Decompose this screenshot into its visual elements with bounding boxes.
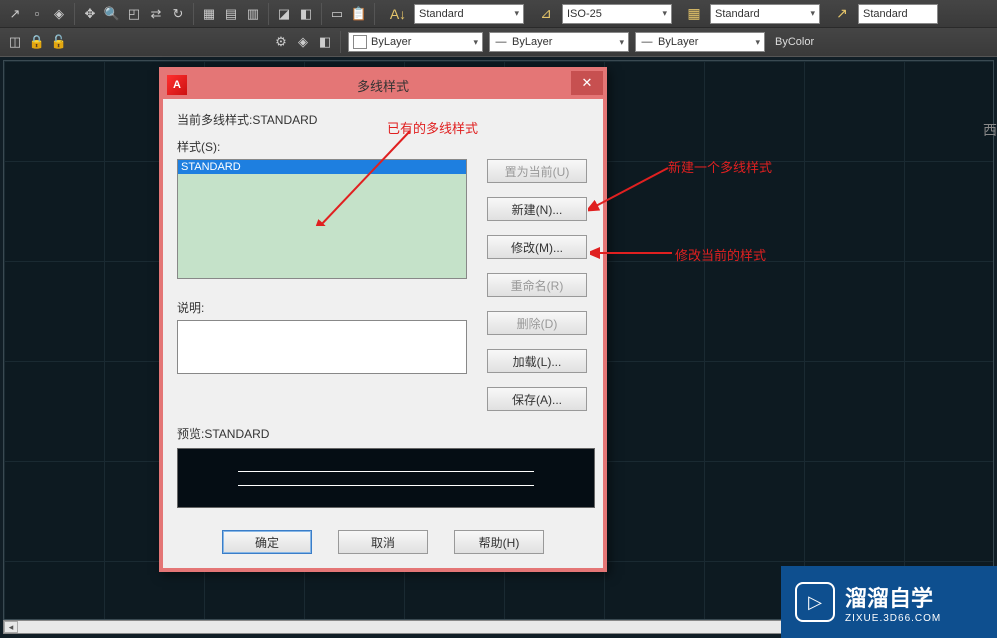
description-box[interactable] bbox=[177, 320, 467, 374]
textstyle-icon[interactable]: A↓ bbox=[385, 4, 411, 24]
chevron-down-icon: ▾ bbox=[755, 37, 760, 48]
toolbar-area: ↗ ▫ ◈ ✥ 🔍 ◰ ⇄ ↻ ▦ ▤ ▥ ◪ ◧ ▭ 📋 A↓ Standar… bbox=[0, 0, 997, 57]
layeriso-icon[interactable]: ◈ bbox=[294, 33, 312, 51]
paste-icon[interactable]: 📋 bbox=[350, 5, 368, 23]
preview-line-2 bbox=[238, 485, 534, 486]
close-button[interactable]: ✕ bbox=[571, 71, 603, 95]
current-style-label: 当前多线样式:STANDARD bbox=[177, 111, 589, 128]
plotstyle-value: ByColor bbox=[775, 36, 867, 48]
lock-icon[interactable]: 🔒 bbox=[28, 33, 46, 51]
tablestyle-value: Standard bbox=[715, 8, 804, 20]
linetype-icon: — bbox=[494, 35, 508, 49]
new-button[interactable]: 新建(N)... bbox=[487, 197, 587, 221]
lineweight-icon: — bbox=[640, 35, 654, 49]
linetype-value: ByLayer bbox=[512, 36, 613, 48]
pan-icon[interactable]: ⇄ bbox=[147, 5, 165, 23]
toolbar-row-2: ◫ 🔒 🔓 ⚙ ◈ ◧ ByLayer ▾ — ByLayer ▾ — ByLa… bbox=[0, 28, 997, 56]
tablestyle-icon[interactable]: ▦ bbox=[681, 4, 707, 24]
chevron-down-icon: ▾ bbox=[662, 8, 667, 19]
chevron-down-icon: ▾ bbox=[473, 37, 478, 48]
load-button[interactable]: 加载(L)... bbox=[487, 349, 587, 373]
mleader-value: Standard bbox=[863, 8, 933, 20]
layerstate-icon[interactable]: ⚙ bbox=[272, 33, 290, 51]
chevron-down-icon: ▾ bbox=[810, 8, 815, 19]
style-item-selected[interactable]: STANDARD bbox=[178, 160, 466, 174]
dimstyle-icon[interactable]: ⊿ bbox=[533, 4, 559, 24]
save-button[interactable]: 保存(A)... bbox=[487, 387, 587, 411]
region-icon[interactable]: ◰ bbox=[125, 5, 143, 23]
side-direction-label: 西 bbox=[983, 120, 997, 140]
color-combo[interactable]: ByLayer ▾ bbox=[348, 32, 483, 52]
tool2-icon[interactable]: ◧ bbox=[297, 5, 315, 23]
delete-button: 删除(D) bbox=[487, 311, 587, 335]
textstyle-value: Standard bbox=[419, 8, 508, 20]
toolbar-row-1: ↗ ▫ ◈ ✥ 🔍 ◰ ⇄ ↻ ▦ ▤ ▥ ◪ ◧ ▭ 📋 A↓ Standar… bbox=[0, 0, 997, 28]
tool1-icon[interactable]: ◪ bbox=[275, 5, 293, 23]
rename-button: 重命名(R) bbox=[487, 273, 587, 297]
orbit-icon[interactable]: ↻ bbox=[169, 5, 187, 23]
modify-button[interactable]: 修改(M)... bbox=[487, 235, 587, 259]
styles-label: 样式(S): bbox=[177, 138, 589, 155]
watermark-text: 溜溜自学 ZIXUE.3D66.COM bbox=[845, 581, 941, 624]
preview-label: 预览:STANDARD bbox=[177, 425, 589, 442]
props-icon[interactable]: ▤ bbox=[222, 5, 240, 23]
dialog-body: 当前多线样式:STANDARD 样式(S): STANDARD 说明: 置为当前… bbox=[163, 99, 603, 568]
watermark-main: 溜溜自学 bbox=[845, 581, 941, 613]
mleader-icon[interactable]: ↗ bbox=[829, 4, 855, 24]
zoom-icon[interactable]: 🔍 bbox=[103, 5, 121, 23]
grid-icon[interactable]: ▦ bbox=[200, 5, 218, 23]
annotation-existing: 已有的多线样式 bbox=[387, 118, 478, 137]
watermark-play-icon: ▷ bbox=[795, 582, 835, 622]
unlock-icon[interactable]: 🔓 bbox=[50, 33, 68, 51]
dimstyle-combo[interactable]: ISO-25 ▾ bbox=[562, 4, 672, 24]
chevron-down-icon: ▾ bbox=[514, 8, 519, 19]
lineweight-value: ByLayer bbox=[658, 36, 749, 48]
cancel-button[interactable]: 取消 bbox=[338, 530, 428, 554]
nav-icon[interactable]: ◈ bbox=[50, 5, 68, 23]
sheet-icon[interactable]: ▥ bbox=[244, 5, 262, 23]
watermark: ▷ 溜溜自学 ZIXUE.3D66.COM bbox=[781, 566, 997, 638]
plotstyle-combo[interactable]: ByColor bbox=[771, 32, 871, 52]
tablestyle-combo[interactable]: Standard ▾ bbox=[710, 4, 820, 24]
annotation-new: 新建一个多线样式 bbox=[668, 157, 772, 176]
color-value: ByLayer bbox=[371, 36, 467, 48]
textstyle-combo[interactable]: Standard ▾ bbox=[414, 4, 524, 24]
help-button[interactable]: 帮助(H) bbox=[454, 530, 544, 554]
cursor-icon[interactable]: ▫ bbox=[28, 5, 46, 23]
tool3-icon[interactable]: ▭ bbox=[328, 5, 346, 23]
chevron-down-icon: ▾ bbox=[619, 37, 624, 48]
bottom-buttons: 确定 取消 帮助(H) bbox=[177, 530, 589, 554]
dialog-titlebar[interactable]: A 多线样式 ✕ bbox=[163, 71, 603, 99]
annotation-modify: 修改当前的样式 bbox=[675, 245, 766, 264]
styles-listbox[interactable]: STANDARD bbox=[177, 159, 467, 279]
set-current-button: 置为当前(U) bbox=[487, 159, 587, 183]
arrow-icon[interactable]: ↗ bbox=[6, 5, 24, 23]
scroll-left-arrow[interactable]: ◂ bbox=[4, 621, 18, 633]
colorswatch-icon bbox=[353, 35, 367, 49]
layer-icon[interactable]: ◫ bbox=[6, 33, 24, 51]
linetype-combo[interactable]: — ByLayer ▾ bbox=[489, 32, 629, 52]
description-label: 说明: bbox=[177, 299, 467, 316]
drag-icon[interactable]: ✥ bbox=[81, 5, 99, 23]
color-icon[interactable]: ◧ bbox=[316, 33, 334, 51]
preview-line-1 bbox=[238, 471, 534, 472]
ok-button[interactable]: 确定 bbox=[222, 530, 312, 554]
mline-style-dialog: A 多线样式 ✕ 当前多线样式:STANDARD 样式(S): STANDARD… bbox=[159, 67, 607, 572]
watermark-sub: ZIXUE.3D66.COM bbox=[845, 613, 941, 624]
lineweight-combo[interactable]: — ByLayer ▾ bbox=[635, 32, 765, 52]
preview-box bbox=[177, 448, 595, 508]
mleader-combo[interactable]: Standard bbox=[858, 4, 938, 24]
dimstyle-value: ISO-25 bbox=[567, 8, 656, 20]
dialog-title: 多线样式 bbox=[163, 76, 603, 95]
